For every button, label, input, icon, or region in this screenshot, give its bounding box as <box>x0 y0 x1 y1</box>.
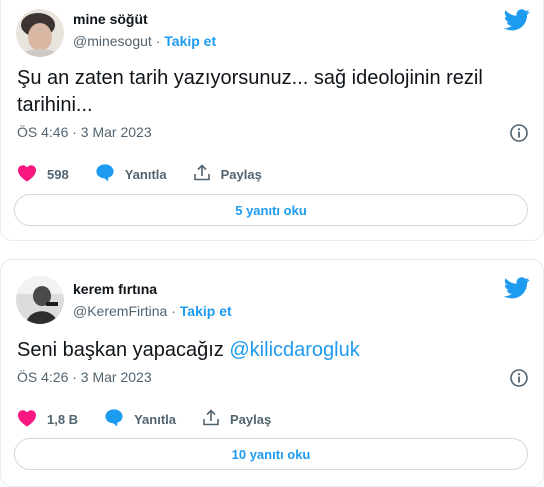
tweet-actions: 598 Yanıtla Paylaş <box>17 162 288 186</box>
author-name[interactable]: kerem fırtına <box>73 281 157 297</box>
tweet-timestamp[interactable]: ÖS 4:46 · 3 Mar 2023 <box>17 124 152 140</box>
heart-icon <box>17 164 47 185</box>
separator: · <box>171 303 176 319</box>
share-button[interactable]: Paylaş <box>202 408 272 430</box>
share-button[interactable]: Paylaş <box>193 163 262 185</box>
share-label: Paylaş <box>220 166 262 182</box>
share-icon <box>202 408 230 430</box>
reply-label: Yanıtla <box>134 411 176 427</box>
tweet-actions: 1,8 B Yanıtla Paylaş <box>17 407 297 431</box>
author-handle-line: @KeremFirtina · Takip et <box>73 303 232 319</box>
follow-button[interactable]: Takip et <box>180 303 232 319</box>
author-handle[interactable]: @minesogut <box>73 33 152 49</box>
info-icon[interactable] <box>509 123 529 143</box>
tweet-text: Şu an zaten tarih yazıyorsunuz... sağ id… <box>17 67 483 116</box>
avatar[interactable] <box>16 9 64 57</box>
twitter-bird-icon[interactable] <box>503 277 530 299</box>
speech-bubble-icon <box>104 408 134 430</box>
like-button[interactable]: 1,8 B <box>17 409 78 430</box>
reply-button[interactable]: Yanıtla <box>95 163 167 185</box>
heart-icon <box>17 409 47 430</box>
separator: · <box>155 33 161 49</box>
mention-link[interactable]: @kilicdarogluk <box>229 339 359 361</box>
like-button[interactable]: 598 <box>17 164 69 185</box>
reply-label: Yanıtla <box>124 166 167 182</box>
share-label: Paylaş <box>230 411 272 427</box>
tweet-card: mine söğüt @minesogut · Takip et Şu an z… <box>0 0 544 241</box>
avatar[interactable] <box>16 276 64 324</box>
author-handle[interactable]: @KeremFirtina <box>73 303 167 319</box>
speech-bubble-icon <box>95 163 125 185</box>
follow-button[interactable]: Takip et <box>164 33 216 49</box>
reply-button[interactable]: Yanıtla <box>104 408 176 430</box>
read-replies-button[interactable]: 10 yanıtı oku <box>14 438 528 470</box>
info-icon[interactable] <box>509 368 529 388</box>
author-name[interactable]: mine söğüt <box>73 11 148 27</box>
tweet-card: kerem fırtına @KeremFirtina · Takip et S… <box>0 259 544 487</box>
tweet-timestamp[interactable]: ÖS 4:26 · 3 Mar 2023 <box>17 369 152 385</box>
read-replies-button[interactable]: 5 yanıtı oku <box>14 194 528 226</box>
share-icon <box>193 163 221 185</box>
like-count: 598 <box>47 166 69 182</box>
like-count: 1,8 B <box>47 411 79 427</box>
twitter-bird-icon[interactable] <box>503 9 530 31</box>
tweet-text: Seni başkan yapacağız @kilicdarogluk <box>17 337 517 364</box>
tweet-text-body: Seni başkan yapacağız <box>17 339 230 361</box>
author-handle-line: @minesogut · Takip et <box>73 33 216 49</box>
